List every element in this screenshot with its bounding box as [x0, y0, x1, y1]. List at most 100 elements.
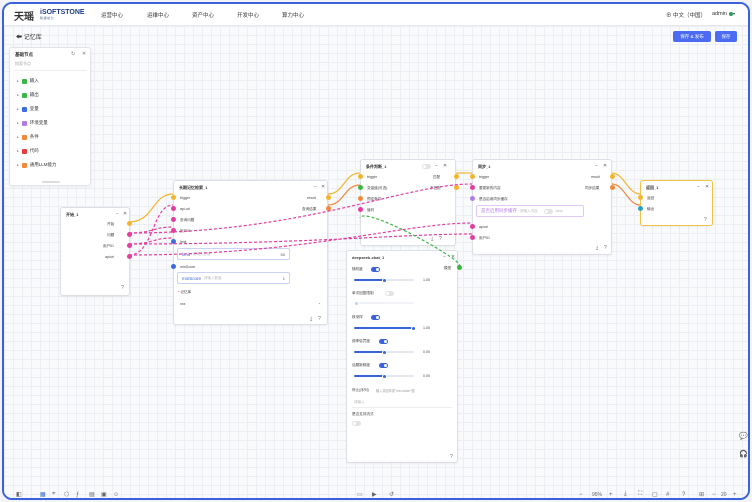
- play-icon[interactable]: ▶: [372, 491, 377, 498]
- port-in-user-id[interactable]: [171, 228, 176, 233]
- port-in-variable[interactable]: [358, 185, 363, 190]
- download-icon[interactable]: ⤓: [624, 491, 627, 498]
- minimize-icon[interactable]: −: [595, 163, 598, 169]
- port-out-question[interactable]: [127, 232, 132, 237]
- category-variable[interactable]: ▸ 变量: [17, 106, 39, 112]
- save-publish-button[interactable]: 保存 & 发布: [673, 31, 711, 42]
- close-icon[interactable]: ✕: [443, 163, 447, 169]
- language-switch[interactable]: ⊕ 中文（中国）: [666, 11, 706, 19]
- port-in-api-url[interactable]: [171, 206, 176, 211]
- port-out-result[interactable]: [610, 174, 615, 179]
- port-in-trigger[interactable]: [171, 195, 176, 200]
- cube-icon[interactable]: ⬡: [64, 491, 69, 498]
- help-icon[interactable]: ?: [318, 316, 321, 322]
- port-in-user-id[interactable]: [470, 235, 475, 240]
- category-output[interactable]: ▸ 输出: [17, 92, 39, 98]
- param-slider[interactable]: [354, 300, 414, 306]
- slider-knob[interactable]: [382, 373, 387, 379]
- port-in-return[interactable]: [638, 195, 643, 200]
- port-out-model[interactable]: [457, 265, 462, 270]
- param-slider[interactable]: [354, 325, 416, 331]
- port-out-match[interactable]: [454, 174, 459, 179]
- port-out-user-id[interactable]: [127, 243, 132, 248]
- close-icon[interactable]: ✕: [451, 254, 455, 260]
- function-icon[interactable]: ƒ: [76, 492, 79, 498]
- port-in-trigger[interactable]: [358, 174, 363, 179]
- category-code[interactable]: ▸ 代码: [17, 148, 39, 154]
- close-icon[interactable]: ✕: [321, 184, 325, 190]
- help-icon[interactable]: ?: [704, 217, 707, 223]
- port-out-start[interactable]: [127, 221, 132, 226]
- slider-knob[interactable]: [382, 349, 387, 355]
- port-out-apiurl[interactable]: [127, 254, 132, 259]
- image-icon[interactable]: ▣: [101, 491, 107, 498]
- nav-item-compute[interactable]: 算力中心: [282, 11, 304, 19]
- port-in-minscore[interactable]: [171, 264, 176, 269]
- download-icon[interactable]: ⤓: [310, 316, 312, 322]
- port-in-trigger[interactable]: [470, 174, 475, 179]
- location-icon[interactable]: ⌖: [52, 491, 55, 498]
- param-toggle[interactable]: [379, 339, 388, 344]
- node-search-input[interactable]: 搜索节点: [15, 61, 31, 67]
- lock-icon[interactable]: ▢: [652, 491, 658, 498]
- param-slider[interactable]: [354, 277, 414, 283]
- grid-icon[interactable]: #: [666, 492, 669, 498]
- stream-toggle[interactable]: [352, 421, 361, 426]
- monitor-icon[interactable]: ▭: [357, 491, 363, 498]
- param-toggle[interactable]: [371, 315, 380, 320]
- node-sync[interactable]: 同步_1 − ✕ trigger 要更新的内容 是否启用同步缓存 result …: [470, 159, 615, 255]
- port-in-apiurl[interactable]: [470, 224, 475, 229]
- fit-view-icon[interactable]: ⛶: [638, 491, 642, 498]
- param-toggle[interactable]: [371, 267, 380, 272]
- close-icon[interactable]: ✕: [82, 51, 86, 57]
- zoom-out-icon[interactable]: −: [579, 492, 583, 498]
- close-icon[interactable]: ✕: [603, 163, 607, 169]
- node-condition[interactable]: 条件判断_1 − ✕ trigger 变量值(可选) 预定条件 值判 匹配 不匹…: [358, 159, 459, 246]
- port-in-output[interactable]: [638, 206, 643, 211]
- port-in-limit[interactable]: [171, 239, 176, 244]
- slider-knob[interactable]: [411, 325, 416, 331]
- layout-icon[interactable]: ▦: [40, 491, 46, 498]
- minimize-icon[interactable]: −: [435, 163, 438, 169]
- memlib-select[interactable]: xxx ⌄: [180, 301, 325, 306]
- port-in-content[interactable]: [470, 185, 475, 190]
- port-in-query[interactable]: [171, 217, 176, 222]
- category-env-variable[interactable]: ▸ 环境变量: [17, 120, 48, 126]
- param-slider[interactable]: [354, 349, 414, 355]
- help-icon[interactable]: ?: [682, 492, 685, 498]
- nav-item-assets[interactable]: 资产中心: [192, 11, 214, 19]
- nav-item-maint[interactable]: 运维中心: [147, 11, 169, 19]
- minimize-icon[interactable]: −: [443, 254, 446, 260]
- resize-handle[interactable]: [42, 181, 60, 183]
- help-icon[interactable]: ?: [604, 245, 607, 251]
- chat-icon[interactable]: 💬: [739, 432, 748, 440]
- page-prev-icon[interactable]: −: [712, 492, 716, 498]
- port-out-query-result[interactable]: [326, 206, 331, 211]
- minimap-icon[interactable]: ⊞: [699, 491, 704, 498]
- workflow-canvas[interactable]: ⬅ 记忆库 保存 & 发布 保存 基础节点 ↻ ✕ 搜索节点 ▸ 输入 ▸ 输出 ▸…: [4, 26, 748, 498]
- robot-icon[interactable]: ☺: [113, 492, 119, 498]
- node-toggle[interactable]: [422, 164, 431, 169]
- page-next-icon[interactable]: +: [733, 492, 737, 498]
- port-in-value[interactable]: [358, 207, 363, 212]
- param-slider[interactable]: [354, 373, 414, 379]
- minimize-icon[interactable]: −: [314, 184, 317, 190]
- stop-input[interactable]: 请输入: [354, 400, 365, 405]
- cache-toggle[interactable]: [543, 208, 553, 214]
- user-menu[interactable]: admin ▾: [712, 11, 735, 17]
- sidebar-toggle-icon[interactable]: ◧: [16, 491, 22, 498]
- download-icon[interactable]: ⤓: [596, 245, 598, 251]
- category-llm[interactable]: ▸ 通用LLM能力: [17, 162, 57, 168]
- minimize-icon[interactable]: −: [697, 184, 700, 190]
- nav-item-dev[interactable]: 开发中心: [237, 11, 259, 19]
- close-icon[interactable]: ✕: [123, 211, 127, 217]
- limit-field[interactable]: limit 请输入数值 50: [177, 248, 290, 260]
- breadcrumb[interactable]: ⬅ 记忆库: [16, 32, 42, 41]
- node-start[interactable]: 开始_1 − ✕ 开始 问题 用户ID apiurl ?: [60, 207, 132, 296]
- minimize-icon[interactable]: −: [116, 211, 119, 217]
- cache-field[interactable]: 是否启用同步缓存 请输入内容 false: [476, 205, 584, 217]
- save-button[interactable]: 保存: [715, 31, 737, 42]
- headset-icon[interactable]: 🎧: [739, 450, 748, 458]
- close-icon[interactable]: ✕: [705, 184, 709, 190]
- node-return[interactable]: 返回_1 − ✕ 返回 输出 ?: [638, 180, 713, 226]
